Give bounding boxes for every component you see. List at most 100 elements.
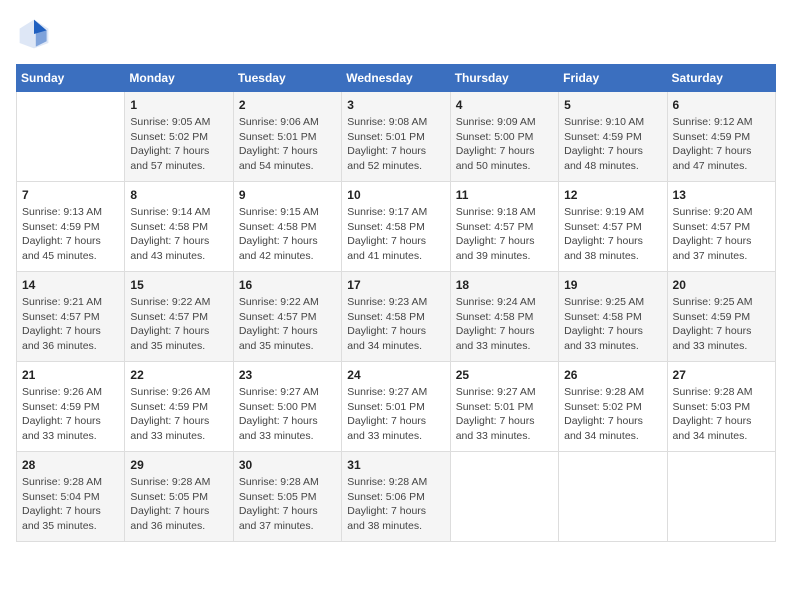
calendar-cell — [450, 452, 558, 542]
calendar-cell: 29Sunrise: 9:28 AM Sunset: 5:05 PM Dayli… — [125, 452, 233, 542]
day-number: 10 — [347, 188, 444, 202]
day-info: Sunrise: 9:18 AM Sunset: 4:57 PM Dayligh… — [456, 205, 553, 264]
calendar-cell: 21Sunrise: 9:26 AM Sunset: 4:59 PM Dayli… — [17, 362, 125, 452]
calendar-cell: 22 Sunrise: 9:26 AM Sunset: 4:59 PM Dayli… — [125, 362, 233, 452]
day-info: Sunrise: 9:28 AM Sunset: 5:03 PM Dayligh… — [673, 385, 770, 444]
calendar-cell: 12 Sunrise: 9:19 AM Sunset: 4:57 PM Dayli… — [559, 182, 667, 272]
day-number: 24 — [347, 368, 444, 382]
calendar-row: 1Sunrise: 9:05 AM Sunset: 5:02 PM Daylig… — [17, 92, 776, 182]
day-number: 3 — [347, 98, 444, 112]
day-info: Sunrise: 9:19 AM Sunset: 4:57 PM Dayligh… — [564, 205, 661, 264]
day-info: Sunrise: 9:12 AM Sunset: 4:59 PM Dayligh… — [673, 115, 770, 174]
calendar-cell: 8 Sunrise: 9:14 AM Sunset: 4:58 PM Daylig… — [125, 182, 233, 272]
calendar-cell: 15 Sunrise: 9:22 AM Sunset: 4:57 PM Dayli… — [125, 272, 233, 362]
day-info: Sunrise: 9:13 AM Sunset: 4:59 PM Dayligh… — [22, 205, 119, 264]
day-number: 28 — [22, 458, 119, 472]
calendar-cell: 1Sunrise: 9:05 AM Sunset: 5:02 PM Daylig… — [125, 92, 233, 182]
weekday-header: Sunday — [17, 65, 125, 92]
day-number: 11 — [456, 188, 553, 202]
day-info: Sunrise: 9:14 AM Sunset: 4:58 PM Dayligh… — [130, 205, 227, 264]
day-info: Sunrise: 9:10 AM Sunset: 4:59 PM Dayligh… — [564, 115, 661, 174]
day-info: Sunrise: 9:28 AM Sunset: 5:05 PM Dayligh… — [239, 475, 336, 534]
day-info: Sunrise: 9:09 AM Sunset: 5:00 PM Dayligh… — [456, 115, 553, 174]
day-number: 25 — [456, 368, 553, 382]
calendar-cell: 20 Sunrise: 9:25 AM Sunset: 4:59 PM Dayli… — [667, 272, 775, 362]
calendar-cell: 27 Sunrise: 9:28 AM Sunset: 5:03 PM Dayli… — [667, 362, 775, 452]
day-number: 22 — [130, 368, 227, 382]
calendar-cell: 11 Sunrise: 9:18 AM Sunset: 4:57 PM Dayli… — [450, 182, 558, 272]
calendar-cell: 30 Sunrise: 9:28 AM Sunset: 5:05 PM Dayli… — [233, 452, 341, 542]
day-info: Sunrise: 9:26 AM Sunset: 4:59 PM Dayligh… — [130, 385, 227, 444]
day-number: 12 — [564, 188, 661, 202]
day-info: Sunrise: 9:28 AM Sunset: 5:04 PM Dayligh… — [22, 475, 119, 534]
day-number: 26 — [564, 368, 661, 382]
day-info: Sunrise: 9:22 AM Sunset: 4:57 PM Dayligh… — [130, 295, 227, 354]
day-number: 9 — [239, 188, 336, 202]
day-number: 18 — [456, 278, 553, 292]
day-number: 20 — [673, 278, 770, 292]
day-info: Sunrise: 9:25 AM Sunset: 4:58 PM Dayligh… — [564, 295, 661, 354]
day-number: 15 — [130, 278, 227, 292]
weekday-header: Tuesday — [233, 65, 341, 92]
day-info: Sunrise: 9:26 AM Sunset: 4:59 PM Dayligh… — [22, 385, 119, 444]
day-info: Sunrise: 9:21 AM Sunset: 4:57 PM Dayligh… — [22, 295, 119, 354]
day-info: Sunrise: 9:28 AM Sunset: 5:06 PM Dayligh… — [347, 475, 444, 534]
calendar-cell: 6 Sunrise: 9:12 AM Sunset: 4:59 PM Daylig… — [667, 92, 775, 182]
weekday-header: Monday — [125, 65, 233, 92]
day-number: 8 — [130, 188, 227, 202]
calendar-cell: 23Sunrise: 9:27 AM Sunset: 5:00 PM Dayli… — [233, 362, 341, 452]
calendar-cell: 14 Sunrise: 9:21 AM Sunset: 4:57 PM Dayli… — [17, 272, 125, 362]
day-info: Sunrise: 9:25 AM Sunset: 4:59 PM Dayligh… — [673, 295, 770, 354]
day-number: 27 — [673, 368, 770, 382]
calendar-cell: 2 Sunrise: 9:06 AM Sunset: 5:01 PM Daylig… — [233, 92, 341, 182]
calendar-row: 14 Sunrise: 9:21 AM Sunset: 4:57 PM Dayli… — [17, 272, 776, 362]
day-number: 2 — [239, 98, 336, 112]
day-number: 16 — [239, 278, 336, 292]
calendar-cell: 13Sunrise: 9:20 AM Sunset: 4:57 PM Dayli… — [667, 182, 775, 272]
day-number: 6 — [673, 98, 770, 112]
day-info: Sunrise: 9:17 AM Sunset: 4:58 PM Dayligh… — [347, 205, 444, 264]
calendar-header: SundayMondayTuesdayWednesdayThursdayFrid… — [17, 65, 776, 92]
calendar-cell: 24Sunrise: 9:27 AM Sunset: 5:01 PM Dayli… — [342, 362, 450, 452]
calendar-cell: 17 Sunrise: 9:23 AM Sunset: 4:58 PM Dayli… — [342, 272, 450, 362]
day-info: Sunrise: 9:05 AM Sunset: 5:02 PM Dayligh… — [130, 115, 227, 174]
calendar-cell: 25Sunrise: 9:27 AM Sunset: 5:01 PM Dayli… — [450, 362, 558, 452]
day-number: 5 — [564, 98, 661, 112]
day-number: 4 — [456, 98, 553, 112]
calendar-cell: 18 Sunrise: 9:24 AM Sunset: 4:58 PM Dayli… — [450, 272, 558, 362]
day-number: 7 — [22, 188, 119, 202]
calendar-cell: 31Sunrise: 9:28 AM Sunset: 5:06 PM Dayli… — [342, 452, 450, 542]
day-number: 19 — [564, 278, 661, 292]
day-info: Sunrise: 9:08 AM Sunset: 5:01 PM Dayligh… — [347, 115, 444, 174]
day-number: 14 — [22, 278, 119, 292]
page-header — [16, 16, 776, 52]
calendar-cell: 9 Sunrise: 9:15 AM Sunset: 4:58 PM Daylig… — [233, 182, 341, 272]
calendar-cell: 7 Sunrise: 9:13 AM Sunset: 4:59 PM Daylig… — [17, 182, 125, 272]
day-number: 30 — [239, 458, 336, 472]
day-info: Sunrise: 9:24 AM Sunset: 4:58 PM Dayligh… — [456, 295, 553, 354]
day-number: 17 — [347, 278, 444, 292]
day-info: Sunrise: 9:15 AM Sunset: 4:58 PM Dayligh… — [239, 205, 336, 264]
calendar-cell: 26Sunrise: 9:28 AM Sunset: 5:02 PM Dayli… — [559, 362, 667, 452]
weekday-header: Friday — [559, 65, 667, 92]
weekday-header: Thursday — [450, 65, 558, 92]
logo-icon — [16, 16, 52, 52]
calendar-cell: 10 Sunrise: 9:17 AM Sunset: 4:58 PM Dayli… — [342, 182, 450, 272]
day-info: Sunrise: 9:20 AM Sunset: 4:57 PM Dayligh… — [673, 205, 770, 264]
calendar-cell: 28 Sunrise: 9:28 AM Sunset: 5:04 PM Dayli… — [17, 452, 125, 542]
day-info: Sunrise: 9:06 AM Sunset: 5:01 PM Dayligh… — [239, 115, 336, 174]
calendar-cell: 16 Sunrise: 9:22 AM Sunset: 4:57 PM Dayli… — [233, 272, 341, 362]
calendar-row: 21Sunrise: 9:26 AM Sunset: 4:59 PM Dayli… — [17, 362, 776, 452]
day-info: Sunrise: 9:23 AM Sunset: 4:58 PM Dayligh… — [347, 295, 444, 354]
calendar-cell: 19 Sunrise: 9:25 AM Sunset: 4:58 PM Dayli… — [559, 272, 667, 362]
logo — [16, 16, 58, 52]
calendar-cell — [667, 452, 775, 542]
calendar-cell: 5 Sunrise: 9:10 AM Sunset: 4:59 PM Daylig… — [559, 92, 667, 182]
calendar-table: SundayMondayTuesdayWednesdayThursdayFrid… — [16, 64, 776, 542]
day-info: Sunrise: 9:22 AM Sunset: 4:57 PM Dayligh… — [239, 295, 336, 354]
calendar-cell — [559, 452, 667, 542]
weekday-header: Saturday — [667, 65, 775, 92]
day-number: 23 — [239, 368, 336, 382]
day-number: 29 — [130, 458, 227, 472]
calendar-cell — [17, 92, 125, 182]
